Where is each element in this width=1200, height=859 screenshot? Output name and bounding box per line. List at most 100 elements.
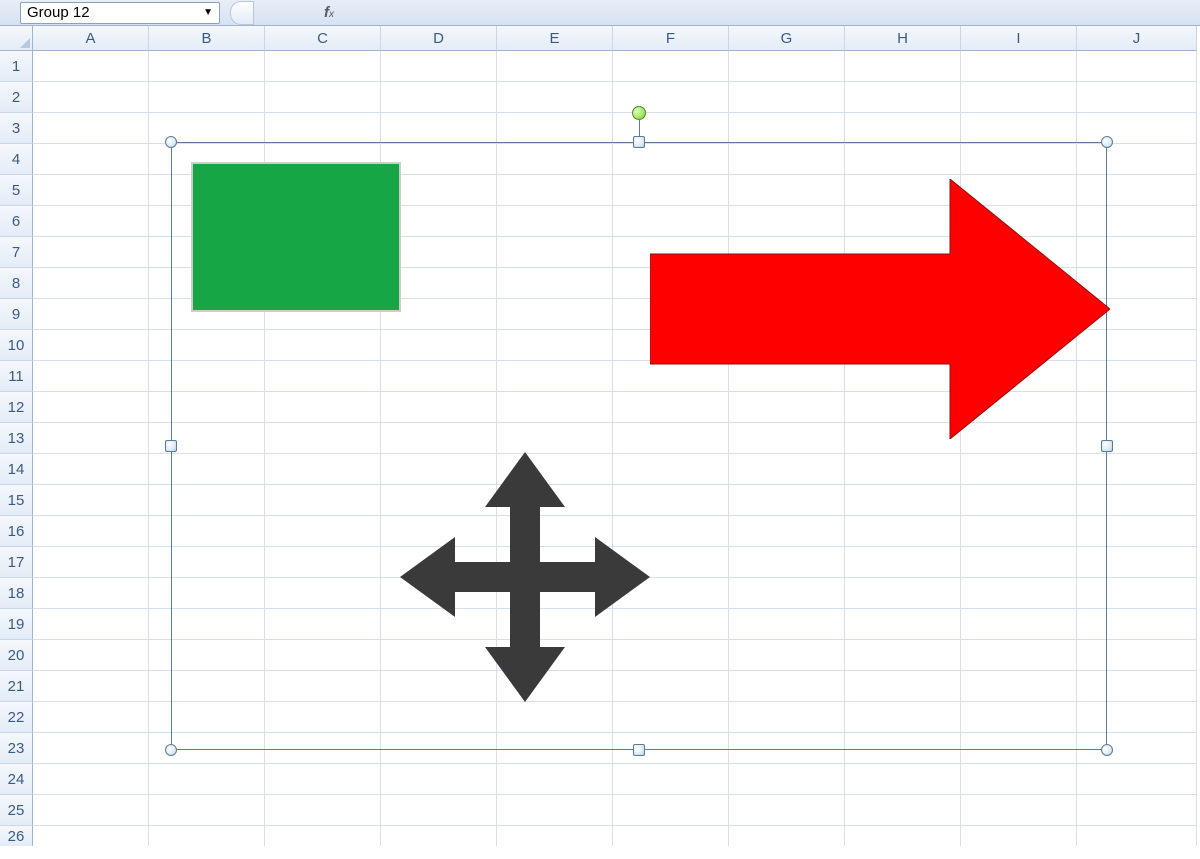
column-header[interactable]: I xyxy=(961,26,1077,51)
cell[interactable] xyxy=(33,82,149,113)
row-header[interactable]: 23 xyxy=(0,733,33,764)
cell[interactable] xyxy=(845,578,961,609)
cell[interactable] xyxy=(729,516,845,547)
cell[interactable] xyxy=(265,733,381,764)
cell[interactable] xyxy=(381,733,497,764)
cell[interactable] xyxy=(381,764,497,795)
row-header[interactable]: 2 xyxy=(0,82,33,113)
cell[interactable] xyxy=(613,733,729,764)
cell[interactable] xyxy=(381,361,497,392)
column-header[interactable]: J xyxy=(1077,26,1197,51)
cell[interactable] xyxy=(265,764,381,795)
cell[interactable] xyxy=(149,454,265,485)
cell[interactable] xyxy=(33,826,149,846)
cell[interactable] xyxy=(961,609,1077,640)
cell[interactable] xyxy=(613,826,729,846)
name-box-dropdown-icon[interactable]: ▼ xyxy=(203,7,213,18)
cell[interactable] xyxy=(33,268,149,299)
cell[interactable] xyxy=(149,826,265,846)
cell[interactable] xyxy=(613,82,729,113)
cell[interactable] xyxy=(845,671,961,702)
cell[interactable] xyxy=(1077,826,1197,846)
row-header[interactable]: 8 xyxy=(0,268,33,299)
cell[interactable] xyxy=(149,485,265,516)
cell[interactable] xyxy=(729,113,845,144)
row-header[interactable]: 10 xyxy=(0,330,33,361)
column-header[interactable]: C xyxy=(265,26,381,51)
cell[interactable] xyxy=(149,516,265,547)
select-all-corner[interactable] xyxy=(0,26,33,51)
cell[interactable] xyxy=(845,485,961,516)
cell[interactable] xyxy=(961,733,1077,764)
cell[interactable] xyxy=(845,702,961,733)
cell[interactable] xyxy=(149,609,265,640)
cell[interactable] xyxy=(33,361,149,392)
cell[interactable] xyxy=(613,702,729,733)
cell[interactable] xyxy=(497,51,613,82)
cell[interactable] xyxy=(265,51,381,82)
cell[interactable] xyxy=(497,175,613,206)
cell[interactable] xyxy=(33,423,149,454)
cell[interactable] xyxy=(33,299,149,330)
column-header[interactable]: B xyxy=(149,26,265,51)
cell[interactable] xyxy=(845,795,961,826)
resize-handle-n[interactable] xyxy=(633,136,645,148)
resize-handle-nw[interactable] xyxy=(165,136,177,148)
cell[interactable] xyxy=(265,454,381,485)
resize-handle-e[interactable] xyxy=(1101,440,1113,452)
row-header[interactable]: 18 xyxy=(0,578,33,609)
cell[interactable] xyxy=(149,702,265,733)
cell[interactable] xyxy=(729,485,845,516)
cell[interactable] xyxy=(33,113,149,144)
cell[interactable] xyxy=(265,516,381,547)
cell[interactable] xyxy=(265,702,381,733)
cell[interactable] xyxy=(33,702,149,733)
cell[interactable] xyxy=(265,330,381,361)
resize-handle-w[interactable] xyxy=(165,440,177,452)
cell[interactable] xyxy=(961,485,1077,516)
row-header[interactable]: 26 xyxy=(0,826,33,846)
row-header[interactable]: 5 xyxy=(0,175,33,206)
cell[interactable] xyxy=(845,144,961,175)
cell[interactable] xyxy=(845,826,961,846)
cell[interactable] xyxy=(381,51,497,82)
cell[interactable] xyxy=(845,733,961,764)
cell[interactable] xyxy=(961,764,1077,795)
cell[interactable] xyxy=(33,764,149,795)
cell[interactable] xyxy=(729,640,845,671)
cell[interactable] xyxy=(497,144,613,175)
cell[interactable] xyxy=(961,671,1077,702)
cell[interactable] xyxy=(381,826,497,846)
cell[interactable] xyxy=(961,144,1077,175)
row-header[interactable]: 15 xyxy=(0,485,33,516)
cell[interactable] xyxy=(1077,51,1197,82)
cell[interactable] xyxy=(1077,547,1197,578)
cell[interactable] xyxy=(961,578,1077,609)
rotation-handle[interactable] xyxy=(632,106,646,120)
cell[interactable] xyxy=(381,795,497,826)
cell[interactable] xyxy=(845,640,961,671)
column-header[interactable]: E xyxy=(497,26,613,51)
row-header[interactable]: 4 xyxy=(0,144,33,175)
cell[interactable] xyxy=(961,82,1077,113)
cell[interactable] xyxy=(497,392,613,423)
row-header[interactable]: 20 xyxy=(0,640,33,671)
cell[interactable] xyxy=(497,764,613,795)
cell[interactable] xyxy=(33,609,149,640)
cell[interactable] xyxy=(33,671,149,702)
cell[interactable] xyxy=(149,671,265,702)
cell[interactable] xyxy=(149,82,265,113)
cell[interactable] xyxy=(613,144,729,175)
cell[interactable] xyxy=(1077,640,1197,671)
cell[interactable] xyxy=(33,392,149,423)
cell[interactable] xyxy=(729,702,845,733)
cell[interactable] xyxy=(381,423,497,454)
name-box[interactable]: Group 12 ▼ xyxy=(20,2,220,24)
resize-handle-se[interactable] xyxy=(1101,744,1113,756)
cell[interactable] xyxy=(497,113,613,144)
cell[interactable] xyxy=(33,237,149,268)
cell[interactable] xyxy=(729,144,845,175)
cell[interactable] xyxy=(961,454,1077,485)
cell[interactable] xyxy=(381,330,497,361)
cell[interactable] xyxy=(33,733,149,764)
